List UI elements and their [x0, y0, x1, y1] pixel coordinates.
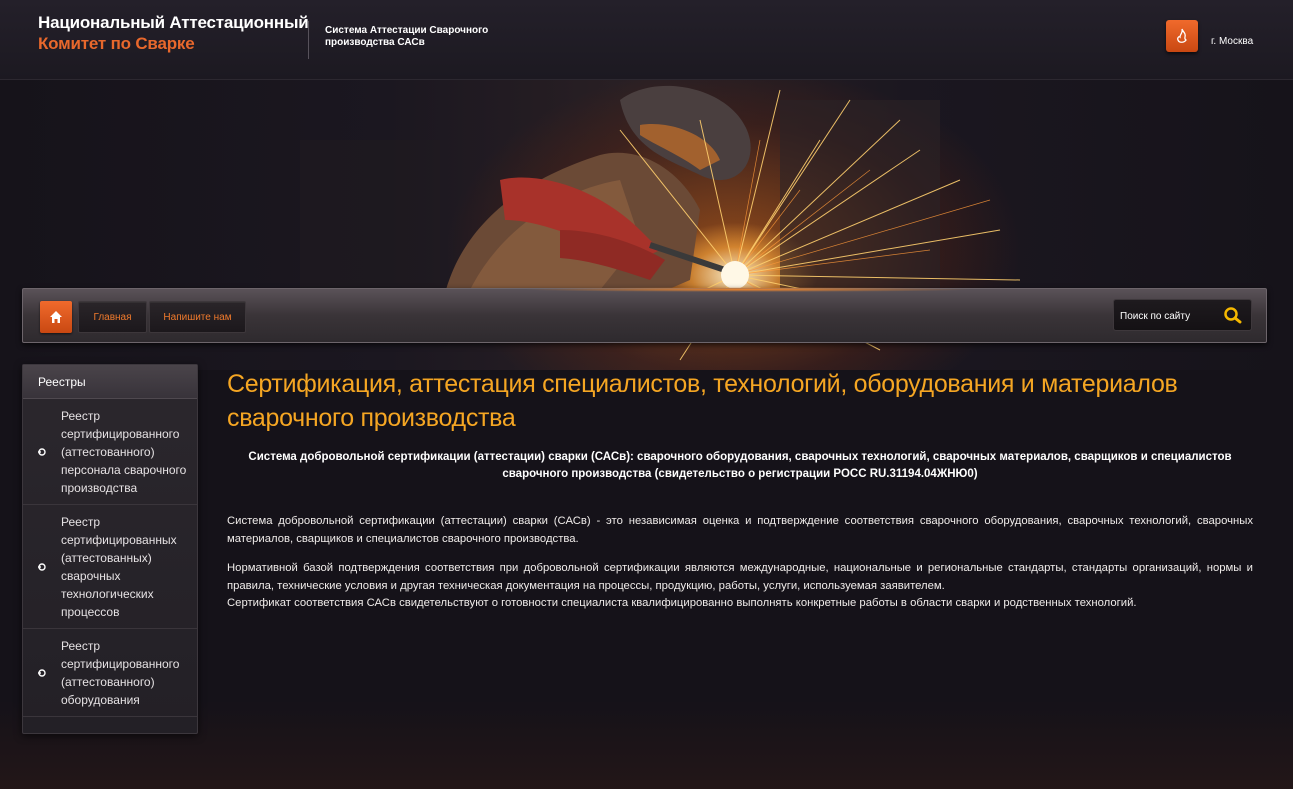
certificate-paragraph: Сертификат соответствия САСв свидетельст…	[227, 597, 1137, 609]
sidebar-item-label: Реестр сертифицированных (аттестованных)…	[61, 515, 177, 619]
site-logo[interactable]: Национальный Аттестационный Комитет по С…	[38, 13, 309, 55]
site-header: Национальный Аттестационный Комитет по С…	[0, 0, 1293, 80]
search-input[interactable]	[1120, 305, 1220, 327]
logo-title-line1: Национальный Аттестационный	[38, 13, 309, 32]
standards-paragraph: Нормативной базой подтверждения соответс…	[227, 562, 1253, 592]
nav-link-main[interactable]: Главная	[78, 301, 147, 333]
header-tagline: Система Аттестации Сварочного производст…	[325, 25, 489, 48]
sidebar-item-label: Реестр сертифицированного (аттестованног…	[61, 409, 187, 495]
bullet-icon	[38, 562, 46, 571]
page-subtitle: Система добровольной сертификации (аттес…	[248, 451, 1232, 480]
sidebar-item-equipment-registry[interactable]: Реестр сертифицированного (аттестованног…	[23, 629, 197, 717]
home-button[interactable]	[40, 301, 72, 333]
sidebar-item-processes-registry[interactable]: Реестр сертифицированных (аттестованных)…	[23, 505, 197, 629]
main-content: Сертификация, аттестация специалистов, т…	[227, 367, 1253, 613]
city-label: г. Москва	[1211, 36, 1254, 47]
bullet-icon	[38, 447, 46, 456]
sidebar-title: Реестры	[23, 365, 197, 399]
sidebar-item-personnel-registry[interactable]: Реестр сертифицированного (аттестованног…	[23, 399, 197, 505]
flame-icon	[1177, 28, 1187, 43]
registry-sidebar: Реестры Реестр сертифицированного (аттес…	[22, 364, 198, 734]
home-icon	[50, 311, 62, 323]
sidebar-item-label: Реестр сертифицированного (аттестованног…	[61, 639, 180, 707]
intro-paragraph: Система добровольной сертификации (аттес…	[227, 515, 1253, 545]
header-divider	[308, 21, 309, 59]
bullet-icon	[38, 668, 46, 677]
nav-link-contact[interactable]: Напишите нам	[149, 301, 246, 333]
main-navbar: Главная Напишите нам	[22, 287, 1267, 343]
page-title: Сертификация, аттестация специалистов, т…	[227, 370, 1178, 432]
search-icon[interactable]	[1223, 306, 1243, 326]
search-box	[1113, 299, 1252, 331]
flame-button[interactable]	[1166, 20, 1198, 52]
logo-title-line2: Комитет по Сварке	[38, 34, 195, 53]
